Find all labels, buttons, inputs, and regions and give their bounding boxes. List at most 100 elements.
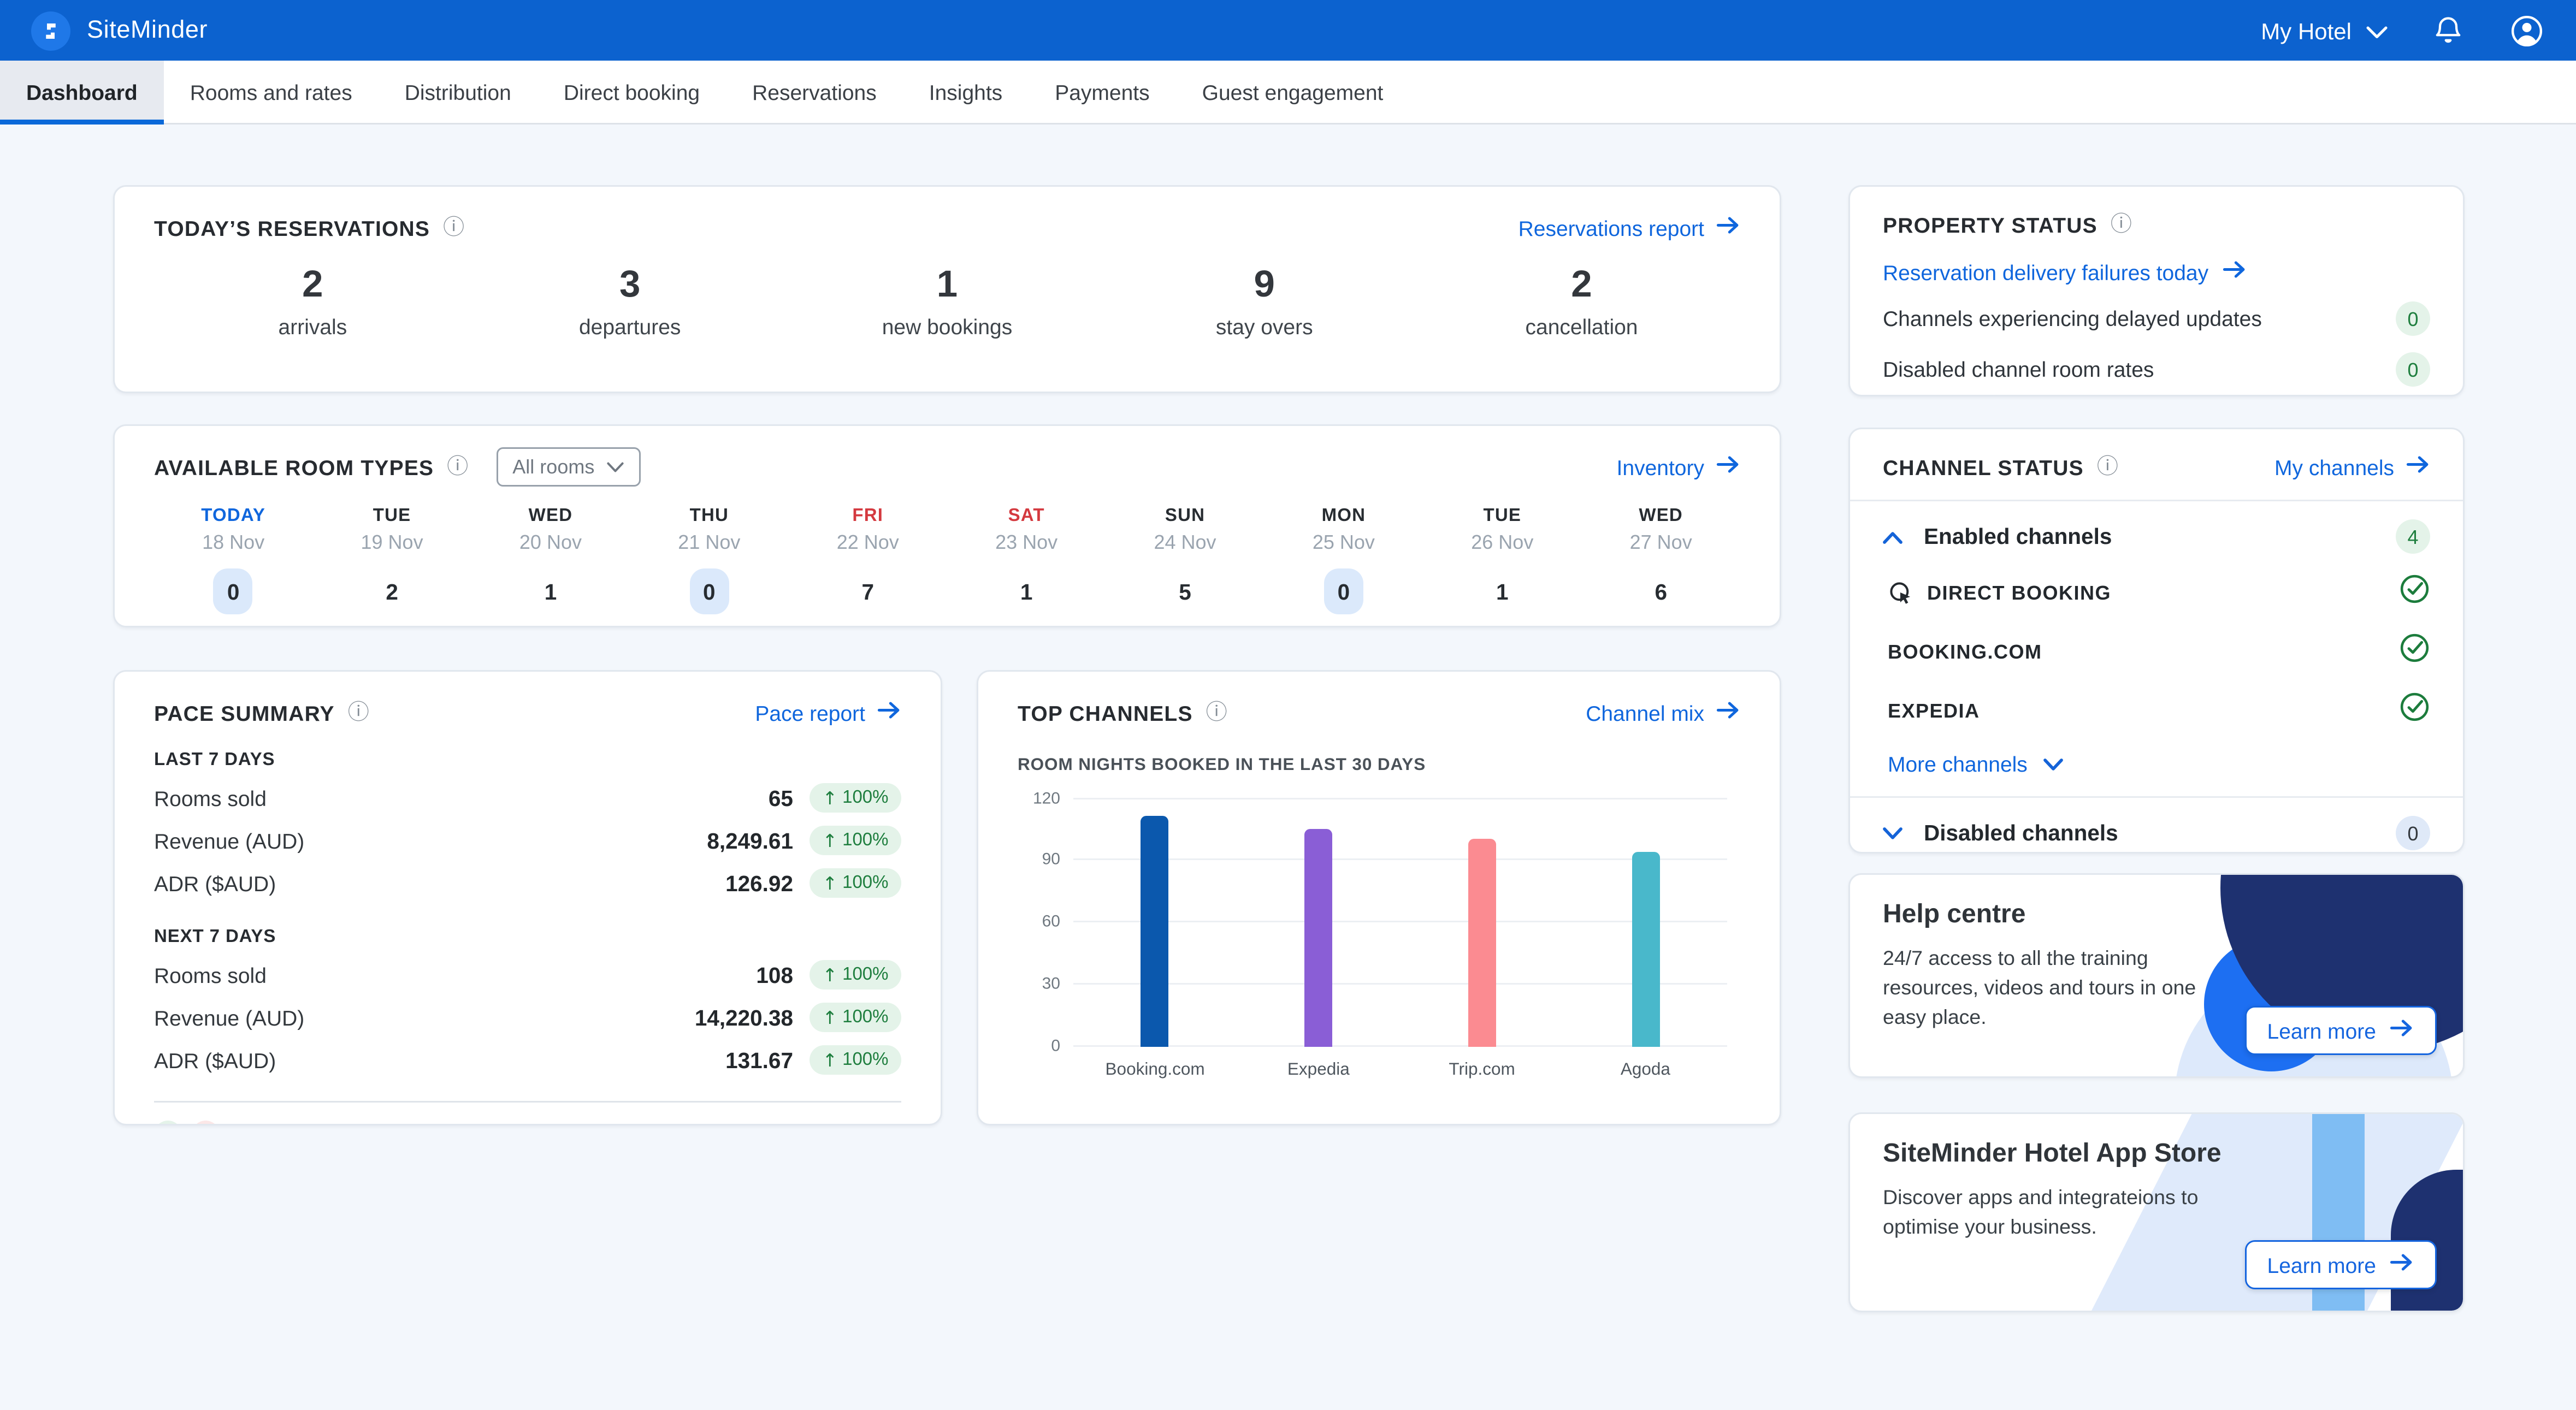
tab-direct-booking[interactable]: Direct booking — [537, 61, 726, 123]
primary-nav: Dashboard Rooms and rates Distribution D… — [0, 61, 2576, 125]
count-badge: 0 — [2396, 352, 2430, 387]
pace-row: Revenue (AUD) 14,220.38 ↑100% — [154, 1003, 901, 1032]
stat-new-bookings: 1 new bookings — [789, 262, 1106, 339]
day-column: WED 27 Nov 6 — [1582, 506, 1740, 614]
day-column: TUE 19 Nov 2 — [312, 506, 471, 614]
info-icon[interactable]: ⓘ — [447, 457, 468, 478]
reservations-report-link[interactable]: Reservations report — [1519, 215, 1740, 241]
change-badge: ↑100% — [810, 960, 901, 990]
pace-section-label: NEXT 7 DAYS — [154, 927, 901, 947]
pace-row: Revenue (AUD) 8,249.61 ↑100% — [154, 826, 901, 855]
arrow-up-icon: ↑ — [822, 830, 837, 851]
change-badge: ↑100% — [810, 1045, 901, 1075]
pace-row: ADR ($AUD) 126.92 ↑100% — [154, 868, 901, 898]
arrow-up-icon: ↑ — [822, 1050, 837, 1071]
day-column: TUE 26 Nov 1 — [1423, 506, 1581, 614]
arrow-up-icon: ↑ — [822, 964, 837, 986]
arrow-right-icon — [877, 700, 901, 726]
count-badge: 0 — [2396, 816, 2430, 850]
day-column: TODAY 18 Nov 0 — [154, 506, 312, 614]
room-type-filter-dropdown[interactable]: All rooms — [496, 447, 640, 487]
bar-agoda — [1632, 852, 1659, 1047]
account-avatar-icon[interactable] — [2509, 13, 2545, 49]
pace-report-link[interactable]: Pace report — [755, 700, 901, 726]
tab-dashboard[interactable]: Dashboard — [0, 61, 164, 123]
arrow-up-icon: ↑ — [822, 873, 837, 894]
tab-guest-engagement[interactable]: Guest engagement — [1176, 61, 1410, 123]
bar-trip-com — [1468, 839, 1496, 1047]
more-channels-link[interactable]: More channels — [1888, 752, 2430, 777]
siteminder-dashboard: SiteMinder My Hotel Dashboard Rooms and … — [0, 0, 2576, 1410]
check-circle-icon — [2399, 691, 2430, 731]
disabled-channels-accordion[interactable]: Disabled channels 0 — [1883, 816, 2430, 850]
chevron-up-icon — [1883, 530, 1903, 543]
info-icon[interactable]: ⓘ — [2111, 215, 2132, 236]
pace-summary-title: PACE SUMMARY — [154, 701, 335, 725]
stat-arrivals: 2 arrivals — [154, 262, 471, 339]
top-app-bar: SiteMinder My Hotel — [0, 0, 2576, 61]
todays-reservations-card: TODAY’S RESERVATIONS ⓘ Reservations repo… — [113, 185, 1781, 393]
pace-section-label: LAST 7 DAYS — [154, 750, 901, 770]
arrow-right-icon — [2389, 1252, 2414, 1278]
comparison-note: Comparison is vs the previous correspond… — [238, 1123, 691, 1126]
change-badge: ↑100% — [810, 1003, 901, 1032]
tab-distribution[interactable]: Distribution — [379, 61, 537, 123]
arrow-right-icon — [2389, 1017, 2414, 1044]
channel-status-card: CHANNEL STATUS ⓘ My channels Enabled cha… — [1848, 428, 2465, 854]
chart-bars — [1073, 798, 1727, 1047]
channel-row-direct-booking: DIRECT BOOKING — [1883, 573, 2430, 613]
arrow-up-icon: ↑ — [822, 1007, 837, 1028]
availability-by-day: TODAY 18 Nov 0 TUE 19 Nov 2 WED 20 Nov 1 — [154, 506, 1740, 614]
info-icon[interactable]: ⓘ — [1206, 702, 1227, 724]
info-icon[interactable]: ⓘ — [348, 702, 369, 724]
arrow-right-icon — [2406, 454, 2430, 480]
y-tick: 0 — [1018, 1038, 1060, 1056]
x-label: Booking.com — [1073, 1060, 1237, 1080]
day-column: SAT 23 Nov 1 — [947, 506, 1106, 614]
app-store-learn-more-button[interactable]: Learn more — [2244, 1240, 2437, 1289]
available-room-types-title: AVAILABLE ROOM TYPES — [154, 455, 434, 479]
hotel-selector[interactable]: My Hotel — [2261, 17, 2388, 44]
top-channels-title: TOP CHANNELS — [1018, 701, 1193, 725]
day-column: FRI 22 Nov 7 — [789, 506, 947, 614]
arrow-right-icon — [1716, 700, 1740, 726]
day-column: MON 25 Nov 0 — [1265, 506, 1423, 614]
channel-row-expedia: EXPEDIA — [1883, 691, 2430, 731]
inventory-link[interactable]: Inventory — [1617, 454, 1740, 480]
enabled-channels-accordion[interactable]: Enabled channels 4 — [1883, 519, 2430, 554]
x-label: Expedia — [1237, 1060, 1400, 1080]
reservation-delivery-failures-link[interactable]: Reservation delivery failures today — [1883, 259, 2430, 285]
bar-expedia — [1304, 829, 1332, 1047]
bar-booking-com — [1141, 816, 1169, 1047]
disabled-room-rates-row: Disabled channel room rates 0 — [1883, 352, 2430, 387]
info-icon[interactable]: ⓘ — [2097, 457, 2118, 478]
check-circle-icon — [2399, 632, 2430, 672]
help-centre-body: 24/7 access to all the training resource… — [1883, 944, 2235, 1033]
chart-title: ROOM NIGHTS BOOKED IN THE LAST 30 DAYS — [1018, 755, 1740, 775]
tab-insights[interactable]: Insights — [903, 61, 1029, 123]
chevron-down-icon — [606, 455, 624, 478]
notifications-bell-icon[interactable] — [2432, 13, 2465, 48]
count-badge: 0 — [2396, 301, 2430, 336]
help-centre-learn-more-button[interactable]: Learn more — [2244, 1006, 2437, 1055]
channel-mix-link[interactable]: Channel mix — [1586, 700, 1740, 726]
tab-payments[interactable]: Payments — [1029, 61, 1175, 123]
y-tick: 30 — [1018, 976, 1060, 994]
tab-reservations[interactable]: Reservations — [726, 61, 903, 123]
app-store-title: SiteMinder Hotel App Store — [1883, 1140, 2430, 1170]
day-column: THU 21 Nov 0 — [630, 506, 788, 614]
info-icon[interactable]: ⓘ — [443, 217, 464, 239]
brand-name: SiteMinder — [87, 16, 208, 44]
change-badge: ↑100% — [810, 783, 901, 813]
increase-legend-icon: ↑ — [154, 1121, 182, 1125]
pace-row: Rooms sold 65 ↑100% — [154, 783, 901, 813]
arrow-right-icon — [1716, 454, 1740, 480]
pace-row: ADR ($AUD) 131.67 ↑100% — [154, 1045, 901, 1075]
stat-cancellation: 2 cancellation — [1423, 262, 1740, 339]
tab-rooms-and-rates[interactable]: Rooms and rates — [164, 61, 379, 123]
chevron-down-icon — [1883, 827, 1903, 840]
channel-row-booking-com: BOOKING.COM — [1883, 632, 2430, 672]
x-label: Agoda — [1564, 1060, 1727, 1080]
arrow-right-icon — [2221, 259, 2246, 285]
my-channels-link[interactable]: My channels — [2274, 454, 2430, 480]
